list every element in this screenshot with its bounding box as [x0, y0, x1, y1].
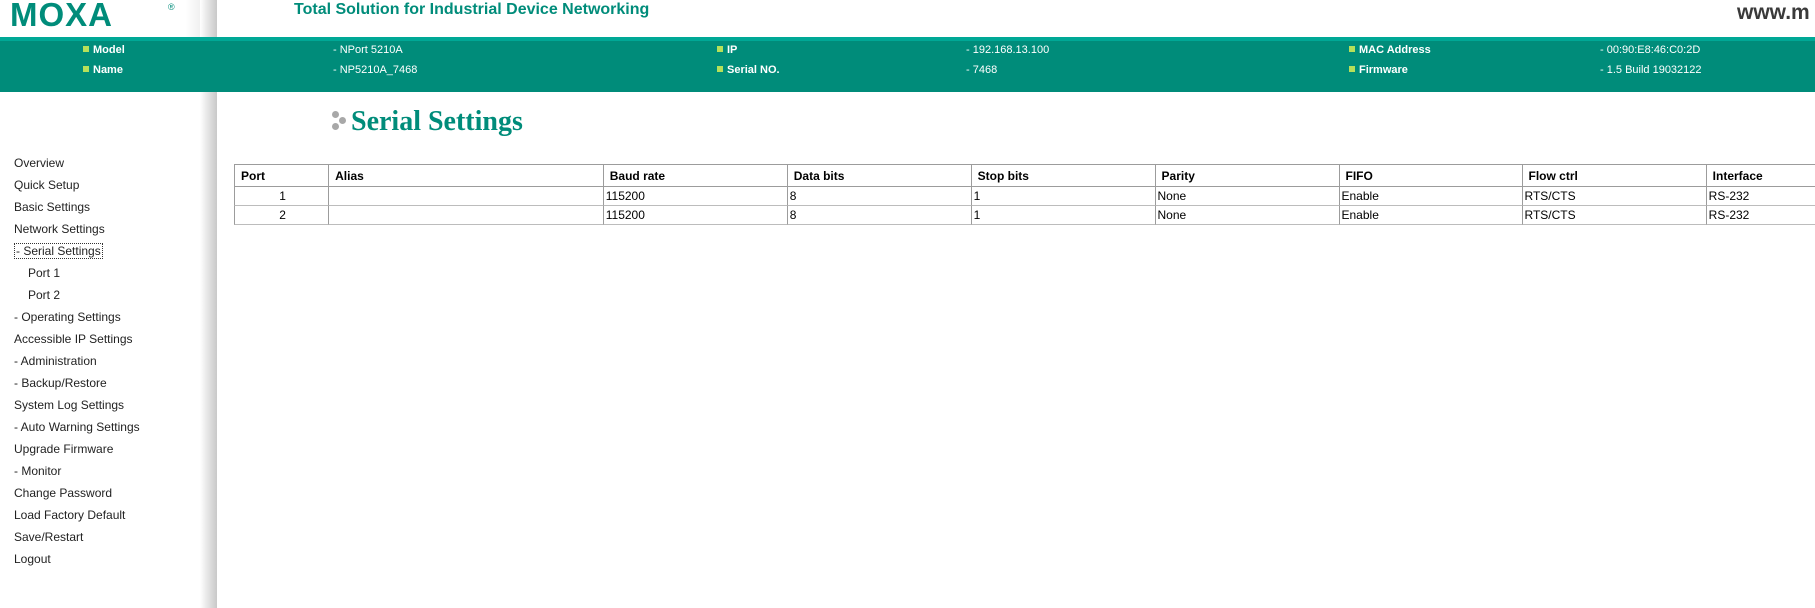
nav-upgrade-firmware[interactable]: Upgrade Firmware: [0, 440, 200, 462]
column-header: Interface: [1705, 164, 1815, 187]
serial-value: - 7468: [966, 64, 998, 76]
sidebar-nav: Overview Quick Setup Basic Settings Netw…: [0, 154, 200, 572]
data-bits-cell: 8: [786, 187, 971, 206]
stop-bits-cell: 1: [970, 187, 1155, 206]
port-cell[interactable]: 1: [234, 187, 329, 206]
main-content: Serial Settings Port Alias Baud rate Dat…: [217, 92, 1815, 608]
model-value: - NPort 5210A: [333, 44, 403, 56]
nav-backup-restore[interactable]: - Backup/Restore: [0, 374, 200, 396]
nav-port-2[interactable]: Port 2: [0, 286, 200, 308]
nav-system-log[interactable]: System Log Settings: [0, 396, 200, 418]
serial-settings-table: Port Alias Baud rate Data bits Stop bits…: [234, 164, 1815, 225]
model-label: Model: [83, 43, 125, 57]
bullet-icon: [1349, 46, 1355, 52]
ip-value: - 192.168.13.100: [966, 44, 1050, 56]
nav-quick-setup[interactable]: Quick Setup: [0, 176, 200, 198]
name-value: - NP5210A_7468: [333, 64, 418, 76]
nav-divider-top: [200, 0, 217, 37]
website-link[interactable]: www.m: [1737, 1, 1810, 25]
data-bits-cell: 8: [786, 206, 971, 225]
nav-serial-settings[interactable]: - Serial Settings: [0, 242, 200, 264]
header: MOXA ® Total Solution for Industrial Dev…: [0, 0, 1815, 37]
column-header: Alias: [328, 164, 603, 187]
logo-area: MOXA ®: [0, 0, 216, 37]
table-header-row: Port Alias Baud rate Data bits Stop bits…: [234, 164, 1815, 187]
column-header: Data bits: [786, 164, 971, 187]
bullet-icon: [717, 66, 723, 72]
nav-port-1[interactable]: Port 1: [0, 264, 200, 286]
device-info-bar: Model - NPort 5210A Name - NP5210A_7468 …: [0, 37, 1815, 92]
ip-label: IP: [717, 43, 737, 57]
column-header: FIFO: [1338, 164, 1522, 187]
column-header: Port: [234, 164, 329, 187]
column-header: Flow ctrl: [1521, 164, 1706, 187]
name-label: Name: [83, 63, 123, 77]
nav-serial-settings-label: - Serial Settings: [14, 243, 103, 259]
interface-cell: RS-232: [1705, 187, 1815, 206]
nav-network-settings[interactable]: Network Settings: [0, 220, 200, 242]
mac-value: - 00:90:E8:46:C0:2D: [1600, 44, 1701, 56]
fifo-cell: Enable: [1338, 206, 1522, 225]
alias-cell: [328, 206, 603, 225]
alias-cell: [328, 187, 603, 206]
nav-administration[interactable]: - Administration: [0, 352, 200, 374]
firmware-value: - 1.5 Build 19032122: [1600, 64, 1702, 76]
column-header: Stop bits: [970, 164, 1155, 187]
page-title: Serial Settings: [351, 106, 523, 137]
bullet-icon: [1349, 66, 1355, 72]
parity-cell: None: [1154, 187, 1339, 206]
nav-load-factory-default[interactable]: Load Factory Default: [0, 506, 200, 528]
table-row[interactable]: 1 115200 8 1 None Enable RTS/CTS RS-232: [234, 187, 1815, 206]
baud-rate-cell: 115200: [602, 206, 787, 225]
stop-bits-cell: 1: [970, 206, 1155, 225]
title-dots-icon: [332, 111, 352, 131]
nav-overview[interactable]: Overview: [0, 154, 200, 176]
table-row[interactable]: 2 115200 8 1 None Enable RTS/CTS RS-232: [234, 206, 1815, 225]
bullet-icon: [83, 66, 89, 72]
nav-monitor[interactable]: - Monitor: [0, 462, 200, 484]
nav-auto-warning[interactable]: - Auto Warning Settings: [0, 418, 200, 440]
firmware-label: Firmware: [1349, 63, 1408, 77]
nav-save-restart[interactable]: Save/Restart: [0, 528, 200, 550]
flow-ctrl-cell: RTS/CTS: [1521, 206, 1706, 225]
mac-label: MAC Address: [1349, 43, 1431, 57]
nav-accessible-ip[interactable]: Accessible IP Settings: [0, 330, 200, 352]
tagline: Total Solution for Industrial Device Net…: [294, 1, 650, 18]
column-header: Parity: [1154, 164, 1339, 187]
nav-basic-settings[interactable]: Basic Settings: [0, 198, 200, 220]
fifo-cell: Enable: [1338, 187, 1522, 206]
flow-ctrl-cell: RTS/CTS: [1521, 187, 1706, 206]
baud-rate-cell: 115200: [602, 187, 787, 206]
registered-mark: ®: [168, 2, 175, 12]
port-cell[interactable]: 2: [234, 206, 329, 225]
column-header: Baud rate: [602, 164, 787, 187]
nav-change-password[interactable]: Change Password: [0, 484, 200, 506]
nav-operating-settings[interactable]: - Operating Settings: [0, 308, 200, 330]
bullet-icon: [717, 46, 723, 52]
nav-divider: [200, 92, 217, 608]
bullet-icon: [83, 46, 89, 52]
moxa-logo: MOXA: [10, 0, 113, 33]
nav-logout[interactable]: Logout: [0, 550, 200, 572]
serial-label: Serial NO.: [717, 63, 780, 77]
interface-cell: RS-232: [1705, 206, 1815, 225]
parity-cell: None: [1154, 206, 1339, 225]
